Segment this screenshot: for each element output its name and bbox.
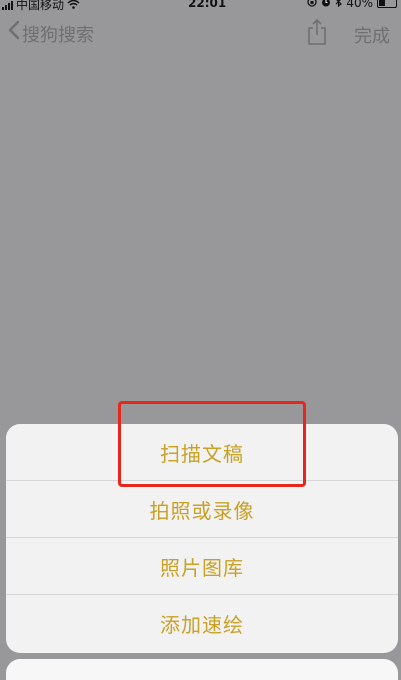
- nav-bar: 搜狗搜索 完成: [0, 18, 401, 50]
- cancel-button[interactable]: [6, 659, 398, 680]
- chevron-left-icon: [8, 20, 20, 47]
- battery-percent: 40%: [346, 0, 373, 10]
- back-button[interactable]: 搜狗搜索: [8, 20, 94, 47]
- add-sketch-button[interactable]: 添加速绘: [6, 595, 398, 652]
- back-label: 搜狗搜索: [22, 24, 94, 46]
- status-right-group: 40%: [307, 0, 397, 10]
- alarm-icon: [321, 0, 331, 10]
- share-button[interactable]: [306, 18, 328, 46]
- battery-icon: [377, 0, 397, 8]
- signal-icon: [2, 0, 13, 10]
- status-time: 22:01: [188, 0, 227, 10]
- action-sheet: 扫描文稿 拍照或录像 照片图库 添加速绘: [6, 424, 398, 653]
- bluetooth-icon: [335, 0, 343, 10]
- carrier-group: 中国移动: [2, 0, 80, 13]
- carrier-label: 中国移动: [16, 0, 65, 12]
- lock-rotation-icon: [307, 0, 317, 10]
- done-button[interactable]: 完成: [354, 22, 390, 48]
- scan-documents-button[interactable]: 扫描文稿: [6, 424, 398, 481]
- screen: 中国移动 22:01 40% 搜狗搜索 完成 扫描文稿 拍照或录像 照片图库 添…: [0, 0, 401, 680]
- status-bar: 中国移动 22:01 40%: [0, 0, 401, 14]
- take-photo-or-video-button[interactable]: 拍照或录像: [6, 481, 398, 538]
- wifi-icon: [67, 0, 80, 12]
- share-icon: [306, 18, 328, 50]
- photo-library-button[interactable]: 照片图库: [6, 538, 398, 595]
